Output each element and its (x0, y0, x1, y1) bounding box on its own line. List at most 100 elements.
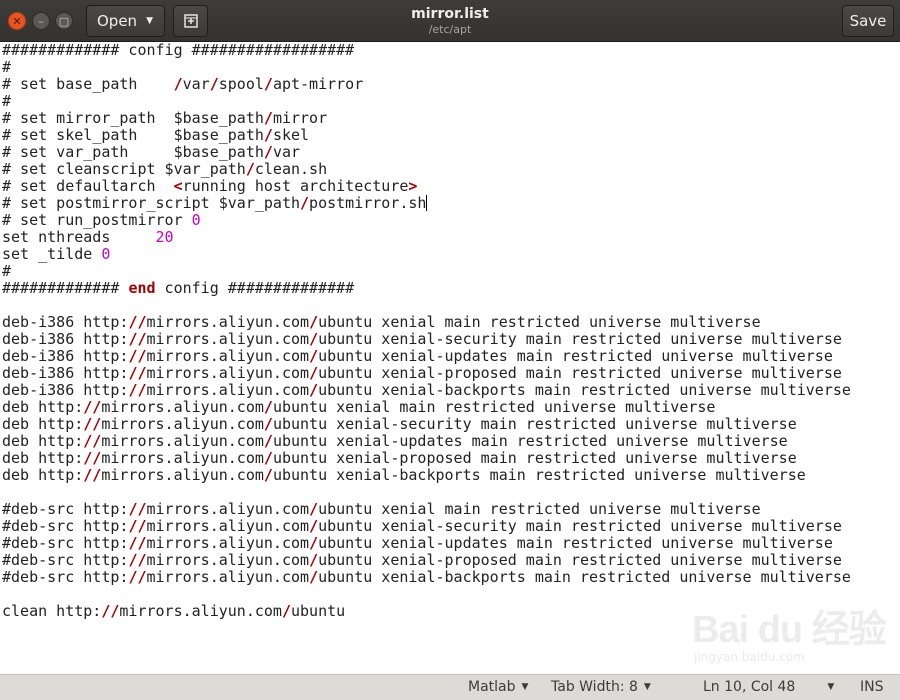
code-token: # set mirror_path $base_path (2, 109, 264, 127)
code-token: 20 (155, 228, 174, 246)
code-token: // (83, 432, 102, 450)
code-token: / (300, 194, 310, 212)
code-token: postmirror.sh (309, 194, 427, 212)
code-line[interactable]: # set postmirror_script $var_path/postmi… (2, 195, 851, 212)
code-token: 0 (191, 211, 201, 229)
maximize-icon: ▢ (58, 14, 70, 28)
code-token: # (2, 262, 12, 280)
code-line[interactable]: # set cleanscript $var_path/clean.sh (2, 161, 851, 178)
code-token: set _tilde (2, 245, 102, 263)
maximize-window-button[interactable]: ▢ (55, 12, 73, 30)
code-line[interactable]: deb-i386 http://mirrors.aliyun.com/ubunt… (2, 365, 851, 382)
code-line[interactable]: #deb-src http://mirrors.aliyun.com/ubunt… (2, 518, 851, 535)
code-line[interactable]: # set run_postmirror 0 (2, 212, 851, 229)
code-line[interactable]: deb http://mirrors.aliyun.com/ubuntu xen… (2, 467, 851, 484)
code-line[interactable] (2, 484, 851, 501)
code-view[interactable]: ############# config ################## #… (2, 42, 851, 620)
code-token: ubuntu xenial-security main restricted u… (272, 415, 797, 433)
code-token: / (263, 415, 273, 433)
new-document-button[interactable] (173, 5, 208, 37)
language-selector[interactable]: Matlab ▼ (468, 679, 528, 695)
code-line[interactable] (2, 297, 851, 314)
code-token: / (309, 517, 319, 535)
code-line[interactable]: deb-i386 http://mirrors.aliyun.com/ubunt… (2, 314, 851, 331)
code-line[interactable]: #deb-src http://mirrors.aliyun.com/ubunt… (2, 535, 851, 552)
new-document-icon (183, 14, 198, 28)
code-token: clean http: (2, 602, 102, 620)
chevron-down-icon: ▼ (643, 682, 651, 692)
code-line[interactable]: # set var_path $base_path/var (2, 144, 851, 161)
code-line[interactable]: set nthreads 20 (2, 229, 851, 246)
code-line[interactable]: # set base_path /var/spool/apt-mirror (2, 76, 851, 93)
open-button[interactable]: Open ▼ (86, 5, 165, 37)
code-line[interactable]: deb-i386 http://mirrors.aliyun.com/ubunt… (2, 331, 851, 348)
code-token: mirrors.aliyun.com (146, 381, 310, 399)
code-line[interactable]: ############# config ################## (2, 42, 851, 59)
code-token: mirrors.aliyun.com (146, 500, 310, 518)
code-token: > (408, 177, 418, 195)
code-token: mirrors.aliyun.com (101, 449, 264, 467)
code-token: // (128, 517, 147, 535)
code-token: // (128, 500, 147, 518)
code-line[interactable]: deb http://mirrors.aliyun.com/ubuntu xen… (2, 416, 851, 433)
code-line[interactable]: # set skel_path $base_path/skel (2, 127, 851, 144)
code-token: / (263, 75, 273, 93)
code-token: ubuntu xenial main restricted universe m… (318, 500, 761, 518)
code-token: mirrors.aliyun.com (146, 568, 310, 586)
close-window-button[interactable]: ✕ (8, 12, 26, 30)
code-token: mirrors.aliyun.com (119, 602, 282, 620)
code-line[interactable]: # set mirror_path $base_path/mirror (2, 110, 851, 127)
code-token: mirrors.aliyun.com (146, 347, 310, 365)
code-line[interactable] (2, 586, 851, 603)
code-token: / (263, 398, 273, 416)
code-line[interactable]: #deb-src http://mirrors.aliyun.com/ubunt… (2, 552, 851, 569)
code-token: config ############## (155, 279, 355, 297)
code-line[interactable]: deb http://mirrors.aliyun.com/ubuntu xen… (2, 450, 851, 467)
code-line[interactable]: clean http://mirrors.aliyun.com/ubuntu (2, 603, 851, 620)
cursor-position-label: Ln 10, Col 48 (703, 679, 796, 695)
code-token: skel (272, 126, 310, 144)
code-line[interactable]: #deb-src http://mirrors.aliyun.com/ubunt… (2, 501, 851, 518)
header-bar: ✕ – ▢ Open ▼ mirror.list /etc/apt Save (0, 0, 900, 42)
code-token: / (281, 602, 291, 620)
tab-width-selector[interactable]: Tab Width: 8 ▼ (551, 679, 651, 695)
code-line[interactable]: deb-i386 http://mirrors.aliyun.com/ubunt… (2, 348, 851, 365)
code-line[interactable]: set _tilde 0 (2, 246, 851, 263)
code-token: / (263, 432, 273, 450)
code-line[interactable]: #deb-src http://mirrors.aliyun.com/ubunt… (2, 569, 851, 586)
code-token: // (128, 313, 147, 331)
save-button[interactable]: Save (842, 5, 894, 37)
code-token: // (83, 449, 102, 467)
code-token: ############# config ################## (2, 42, 355, 59)
code-token: / (309, 500, 319, 518)
code-token: / (309, 551, 319, 569)
code-line[interactable]: # (2, 263, 851, 280)
text-editor[interactable]: ############# config ################## #… (0, 42, 900, 674)
code-line[interactable]: # (2, 59, 851, 76)
code-line[interactable]: # (2, 93, 851, 110)
code-token: deb http: (2, 415, 84, 433)
code-token: / (309, 330, 319, 348)
minimize-window-button[interactable]: – (32, 12, 50, 30)
code-token: // (128, 534, 147, 552)
code-line[interactable]: deb-i386 http://mirrors.aliyun.com/ubunt… (2, 382, 851, 399)
insert-mode-indicator[interactable]: INS (860, 679, 884, 695)
code-token: # (2, 58, 12, 76)
code-token: deb http: (2, 398, 84, 416)
code-line[interactable]: deb http://mirrors.aliyun.com/ubuntu xen… (2, 433, 851, 450)
status-bar: Matlab ▼ Tab Width: 8 ▼ Ln 10, Col 48 ▼ … (0, 674, 900, 700)
code-token: // (128, 330, 147, 348)
code-token: // (128, 568, 147, 586)
code-token: / (209, 75, 219, 93)
code-line[interactable]: ############# end config ############## (2, 280, 851, 297)
cursor-position-selector[interactable]: Ln 10, Col 48 ▼ (703, 679, 834, 695)
code-token: #deb-src http: (2, 500, 129, 518)
code-token: deb http: (2, 449, 84, 467)
code-token: apt-mirror (272, 75, 364, 93)
code-line[interactable]: # set defaultarch <running host architec… (2, 178, 851, 195)
code-token: // (128, 381, 147, 399)
code-token: ubuntu xenial-backports main restricted … (318, 381, 851, 399)
code-line[interactable]: deb http://mirrors.aliyun.com/ubuntu xen… (2, 399, 851, 416)
code-token: / (263, 109, 273, 127)
minimize-icon: – (38, 14, 44, 28)
